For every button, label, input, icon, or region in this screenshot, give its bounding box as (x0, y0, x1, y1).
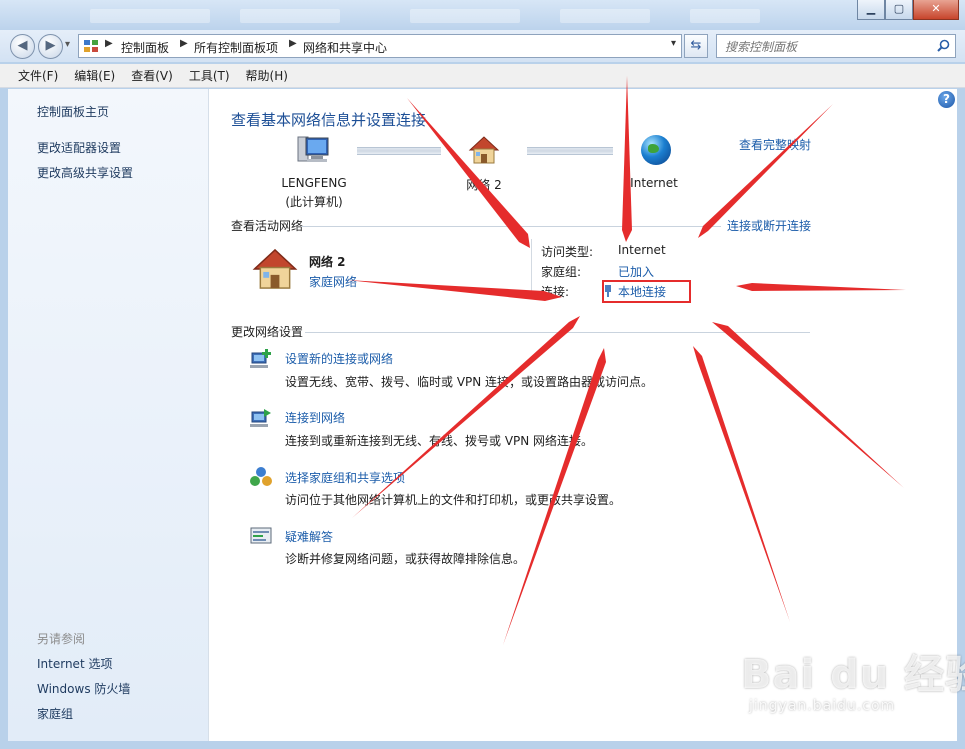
baidu-watermark: Bai du 经验 jingyan.baidu.com (735, 640, 965, 730)
search-icon[interactable] (937, 39, 950, 52)
background-taskbar-ghost (560, 9, 650, 23)
task-troubleshoot-desc: 诊断并修复网络问题，或获得故障排除信息。 (285, 552, 526, 566)
view-full-map-link[interactable]: 查看完整映射 (739, 136, 811, 153)
annotation-highlight-box (602, 280, 691, 303)
connection-label: 连接: (541, 285, 570, 299)
control-panel-icon (84, 40, 98, 52)
computer-name[interactable]: LENGFENG (269, 176, 359, 190)
sidebar-control-panel-home[interactable]: 控制面板主页 (37, 103, 109, 120)
window-controls: ▁ ▢ ✕ (857, 0, 959, 20)
menu-edit[interactable]: 编辑(E) (66, 67, 123, 84)
breadcrumb-network-center[interactable]: 网络和共享中心 (303, 39, 387, 56)
vertical-divider (531, 239, 532, 299)
help-icon[interactable]: ? (938, 91, 955, 108)
troubleshoot-icon (250, 527, 272, 544)
sidebar-change-advanced-sharing[interactable]: 更改高级共享设置 (37, 164, 133, 181)
see-also-heading: 另请参阅 (37, 632, 86, 646)
watermark-url: jingyan.baidu.com (749, 698, 896, 714)
task-connect-to-network[interactable]: 连接到网络 (285, 409, 345, 426)
menu-help[interactable]: 帮助(H) (238, 67, 296, 84)
breadcrumb-separator: ▶ (105, 38, 113, 49)
forward-button[interactable]: ▶ (38, 34, 63, 59)
breadcrumb-all-items[interactable]: 所有控制面板项 (194, 39, 278, 56)
section-divider (301, 226, 721, 227)
sidebar-homegroup[interactable]: 家庭组 (37, 705, 73, 722)
address-bar[interactable]: ▶ 控制面板 ▶ 所有控制面板项 ▶ 网络和共享中心 ▾ (78, 34, 682, 58)
menu-view[interactable]: 查看(V) (123, 67, 181, 84)
navigation-bar: ◀ ▶ ▾ ▶ 控制面板 ▶ 所有控制面板项 ▶ 网络和共享中心 ▾ ⇆ (0, 30, 965, 62)
background-taskbar-ghost (90, 9, 210, 23)
recent-pages-dropdown[interactable]: ▾ (65, 39, 70, 50)
background-taskbar-ghost (240, 9, 340, 23)
access-type-value: Internet (618, 243, 666, 257)
task-troubleshoot[interactable]: 疑难解答 (285, 528, 333, 545)
house-icon (468, 136, 500, 164)
menu-tools[interactable]: 工具(T) (181, 67, 238, 84)
refresh-button[interactable]: ⇆ (684, 34, 708, 58)
sidebar-change-adapter-settings[interactable]: 更改适配器设置 (37, 139, 121, 156)
map-internet[interactable]: Internet (614, 176, 694, 190)
task-homegroup-sharing-desc: 访问位于其他网络计算机上的文件和打印机，或更改共享设置。 (285, 493, 622, 507)
task-new-connection-desc: 设置无线、宽带、拨号、临时或 VPN 连接；或设置路由器或访问点。 (285, 375, 654, 389)
access-type-label: 访问类型: (541, 245, 594, 259)
computer-icon (297, 136, 329, 162)
back-button[interactable]: ◀ (10, 34, 35, 59)
computer-subtitle: (此计算机) (285, 195, 343, 209)
sidebar-windows-firewall[interactable]: Windows 防火墙 (37, 680, 130, 697)
homegroup-sharing-icon (250, 467, 272, 486)
title-bar: ▁ ▢ ✕ (0, 0, 965, 30)
task-connect-to-network-desc: 连接到或重新连接到无线、有线、拨号或 VPN 网络连接。 (285, 434, 594, 448)
homegroup-joined-link[interactable]: 已加入 (618, 263, 654, 280)
background-taskbar-ghost (410, 9, 520, 23)
map-link-network-internet (527, 147, 613, 155)
homegroup-label: 家庭组: (541, 265, 582, 279)
connect-disconnect-link[interactable]: 连接或断开连接 (727, 217, 811, 234)
close-button[interactable]: ✕ (913, 0, 959, 20)
active-network-name: 网络 2 (309, 255, 346, 269)
search-box (716, 34, 956, 58)
menu-file[interactable]: 文件(F) (10, 67, 66, 84)
page-title: 查看基本网络信息并设置连接 (231, 111, 427, 129)
breadcrumb-control-panel[interactable]: 控制面板 (121, 39, 169, 56)
task-pane: 控制面板主页 更改适配器设置 更改高级共享设置 另请参阅 Internet 选项… (8, 89, 209, 741)
active-networks-heading: 查看活动网络 (231, 219, 304, 233)
change-settings-heading: 更改网络设置 (231, 325, 304, 339)
connect-to-network-icon (250, 409, 271, 427)
breadcrumb-separator: ▶ (180, 38, 188, 49)
maximize-button[interactable]: ▢ (885, 0, 913, 20)
globe-icon (641, 135, 671, 165)
minimize-button[interactable]: ▁ (857, 0, 885, 20)
watermark-brand: Bai du 经验 (741, 652, 965, 698)
background-taskbar-ghost (690, 9, 760, 23)
section-divider (305, 332, 810, 333)
search-input[interactable] (723, 38, 932, 56)
network-type-link[interactable]: 家庭网络 (309, 273, 357, 290)
new-connection-icon (250, 349, 271, 368)
sidebar-internet-options[interactable]: Internet 选项 (37, 655, 112, 672)
active-network-house-icon (252, 248, 298, 289)
map-link-computer-network (357, 147, 441, 155)
menu-bar: 文件(F) 编辑(E) 查看(V) 工具(T) 帮助(H) (0, 64, 965, 88)
task-homegroup-sharing[interactable]: 选择家庭组和共享选项 (285, 469, 405, 486)
task-new-connection[interactable]: 设置新的连接或网络 (285, 350, 393, 367)
breadcrumb-separator: ▶ (289, 38, 297, 49)
address-dropdown[interactable]: ▾ (671, 38, 676, 49)
map-network-name[interactable]: 网络 2 (449, 176, 519, 193)
